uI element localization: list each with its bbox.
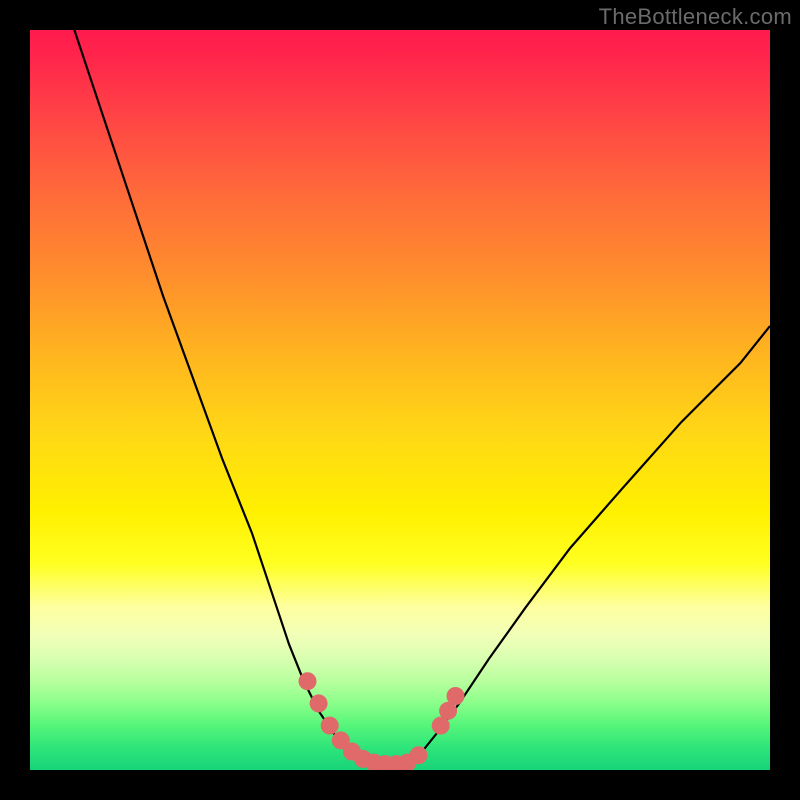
curve-layer bbox=[30, 30, 770, 770]
valley-marker bbox=[410, 746, 428, 764]
bottleneck-curve bbox=[74, 30, 770, 766]
chart-frame: TheBottleneck.com bbox=[0, 0, 800, 800]
valley-marker bbox=[321, 717, 339, 735]
valley-marker bbox=[310, 694, 328, 712]
valley-marker bbox=[447, 687, 465, 705]
valley-marker bbox=[299, 672, 317, 690]
watermark-text: TheBottleneck.com bbox=[599, 4, 792, 30]
plot-area bbox=[30, 30, 770, 770]
